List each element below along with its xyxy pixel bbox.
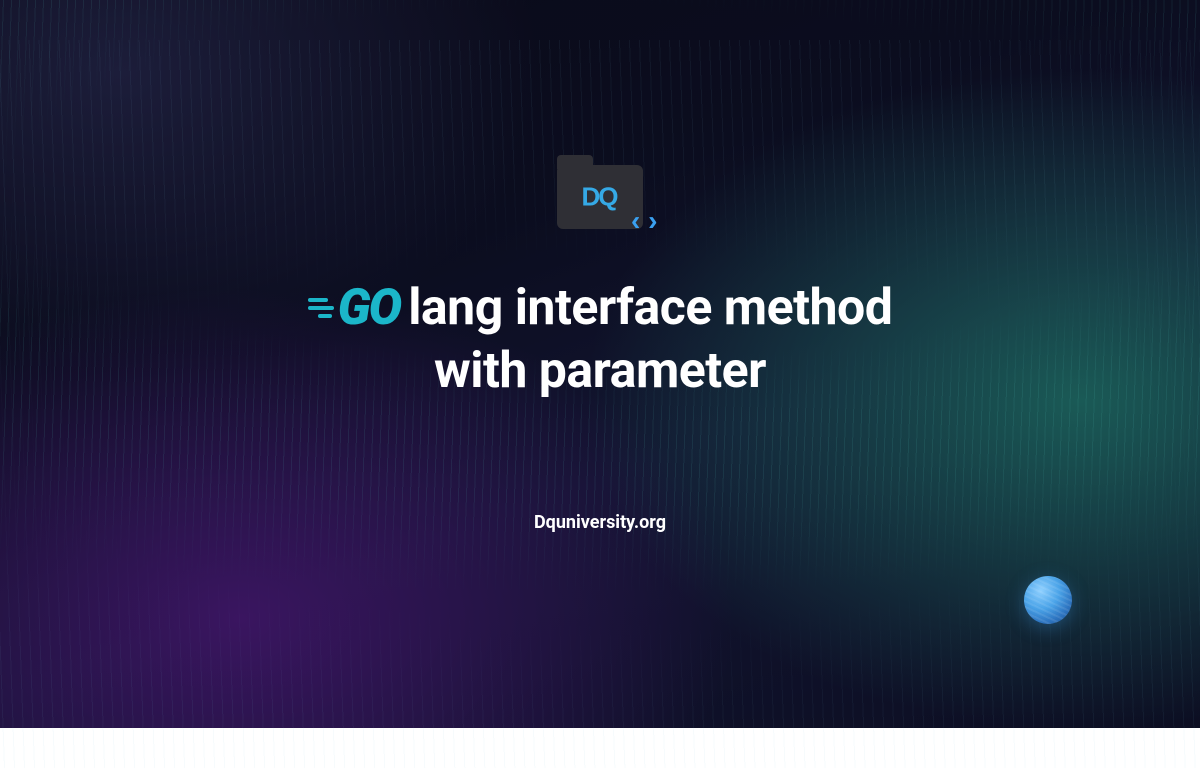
folder-monogram: DQ — [581, 182, 618, 213]
title-text-1: lang interface method — [408, 277, 892, 340]
golang-logo: GO — [308, 277, 401, 340]
code-brackets-icon: ‹› — [627, 208, 661, 239]
site-domain: Dquniversity.org — [534, 512, 666, 533]
content-wrapper: DQ ‹› GO lang interface method with para… — [0, 0, 1200, 728]
page-title: GO lang interface method with parameter — [308, 277, 893, 402]
title-line-1: GO lang interface method — [308, 277, 893, 340]
site-logo: DQ ‹› — [557, 165, 643, 229]
golang-speed-lines-icon — [308, 298, 334, 318]
golang-wordmark: GO — [338, 277, 401, 340]
title-line-2: with parameter — [434, 340, 766, 403]
